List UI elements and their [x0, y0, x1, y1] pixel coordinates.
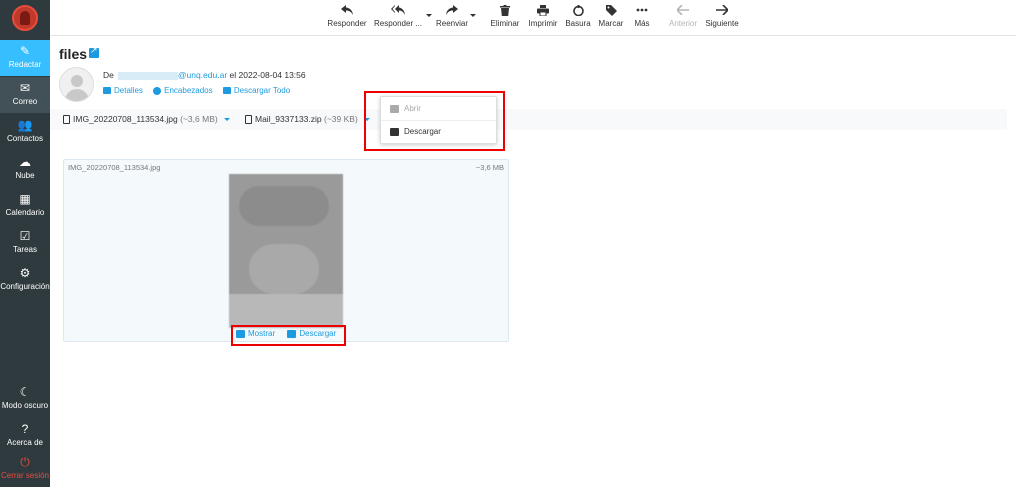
sidebar: ✎ Redactar ✉ Correo 👥 Contactos ☁ Nube ▦… [0, 0, 50, 487]
arrow-left-icon [666, 2, 700, 19]
show-button[interactable]: Mostrar [236, 329, 275, 338]
app-logo-icon[interactable] [12, 5, 38, 31]
mark-button[interactable]: Marcar [596, 2, 626, 34]
junk-button[interactable]: Basura [563, 2, 593, 34]
attachment-menu: Abrir Descargar [380, 96, 497, 144]
cloud-icon: ☁ [19, 155, 31, 169]
calendar-icon: ▦ [19, 192, 31, 206]
open-in-new-window-icon[interactable] [89, 45, 99, 58]
message-subject: files [59, 46, 88, 62]
reply-all-icon [372, 2, 424, 19]
from-line: De @unq.edu.ar el 2022-08-04 13:56 [103, 70, 306, 80]
contacts-icon: 👥 [17, 118, 33, 132]
envelope-icon [103, 87, 111, 95]
download-icon [287, 329, 297, 338]
info-icon [153, 86, 162, 95]
about-button[interactable]: ? Acerca de [0, 418, 50, 454]
moon-icon: ☾ [19, 385, 31, 399]
sidebar-item-contacts[interactable]: 👥 Contactos [0, 114, 50, 150]
sidebar-item-compose[interactable]: ✎ Redactar [0, 40, 50, 76]
sender-avatar [59, 67, 94, 102]
image-thumbnail[interactable] [229, 174, 343, 328]
forward-button[interactable]: Reenviar [434, 2, 470, 34]
image-icon [236, 329, 245, 338]
details-link[interactable]: Detalles [103, 86, 143, 95]
power-icon: ⏻ [20, 455, 30, 469]
download-all-link[interactable]: Descargar Todo [222, 86, 290, 95]
redacted-sender [117, 71, 178, 80]
tasks-icon: ☑ [19, 229, 31, 243]
preview-actions: Mostrar Descargar [236, 329, 346, 338]
envelope-icon: ✉ [19, 81, 31, 95]
file-icon [63, 115, 70, 125]
forward-icon [434, 2, 470, 19]
logout-button[interactable]: ⏻ Cerrar sesión [0, 451, 50, 487]
more-icon [630, 2, 654, 19]
preview-filename: IMG_20220708_113534.jpg [68, 163, 161, 172]
message-date: el 2022-08-04 13:56 [229, 70, 306, 80]
trash-icon [488, 2, 522, 19]
delete-button[interactable]: Eliminar [488, 2, 522, 34]
download-icon [390, 128, 399, 136]
tag-icon [596, 2, 626, 19]
dark-mode-toggle[interactable]: ☾ Modo oscuro [0, 381, 50, 417]
more-button[interactable]: Más [630, 2, 654, 34]
attachment-item-image[interactable]: IMG_20220708_113534.jpg (~3,6 MB) [63, 114, 231, 125]
next-button[interactable]: Siguiente [704, 2, 740, 34]
attachment-item-zip[interactable]: Mail_9337133.zip (~39 KB) [245, 114, 371, 125]
preview-size: ~3,6 MB [475, 163, 504, 172]
sidebar-item-settings[interactable]: ⚙ Configuración [0, 262, 50, 298]
menu-item-open[interactable]: Abrir [381, 98, 496, 120]
from-label: De [103, 70, 114, 80]
chevron-down-icon[interactable] [364, 118, 371, 122]
question-icon: ? [21, 422, 29, 436]
download-button[interactable]: Descargar [287, 329, 336, 338]
junk-icon [563, 2, 593, 19]
reply-all-options-caret[interactable] [426, 14, 432, 17]
previous-button[interactable]: Anterior [666, 2, 700, 34]
forward-options-caret[interactable] [470, 14, 476, 17]
compose-icon: ✎ [19, 44, 31, 58]
reply-all-button[interactable]: Responder ... [372, 2, 424, 34]
printer-icon [526, 2, 560, 19]
header-links: Detalles Encabezados Descargar Todo [103, 86, 298, 95]
chevron-down-icon[interactable] [224, 118, 231, 122]
print-button[interactable]: Imprimir [526, 2, 560, 34]
headers-link[interactable]: Encabezados [153, 86, 213, 95]
download-icon [222, 87, 231, 95]
open-icon [390, 105, 399, 113]
menu-item-download[interactable]: Descargar [381, 121, 496, 143]
sender-email[interactable]: @unq.edu.ar [178, 70, 227, 80]
message-toolbar: Responder Responder ... Reenviar Elimina… [50, 0, 1016, 36]
sidebar-item-cloud[interactable]: ☁ Nube [0, 151, 50, 187]
sidebar-item-mail[interactable]: ✉ Correo [0, 77, 50, 113]
gear-icon: ⚙ [19, 266, 31, 280]
reply-button[interactable]: Responder [327, 2, 367, 34]
file-icon [245, 115, 252, 125]
reply-icon [327, 2, 367, 19]
sidebar-item-calendar[interactable]: ▦ Calendario [0, 188, 50, 224]
sidebar-item-tasks[interactable]: ☑ Tareas [0, 225, 50, 261]
arrow-right-icon [704, 2, 740, 19]
